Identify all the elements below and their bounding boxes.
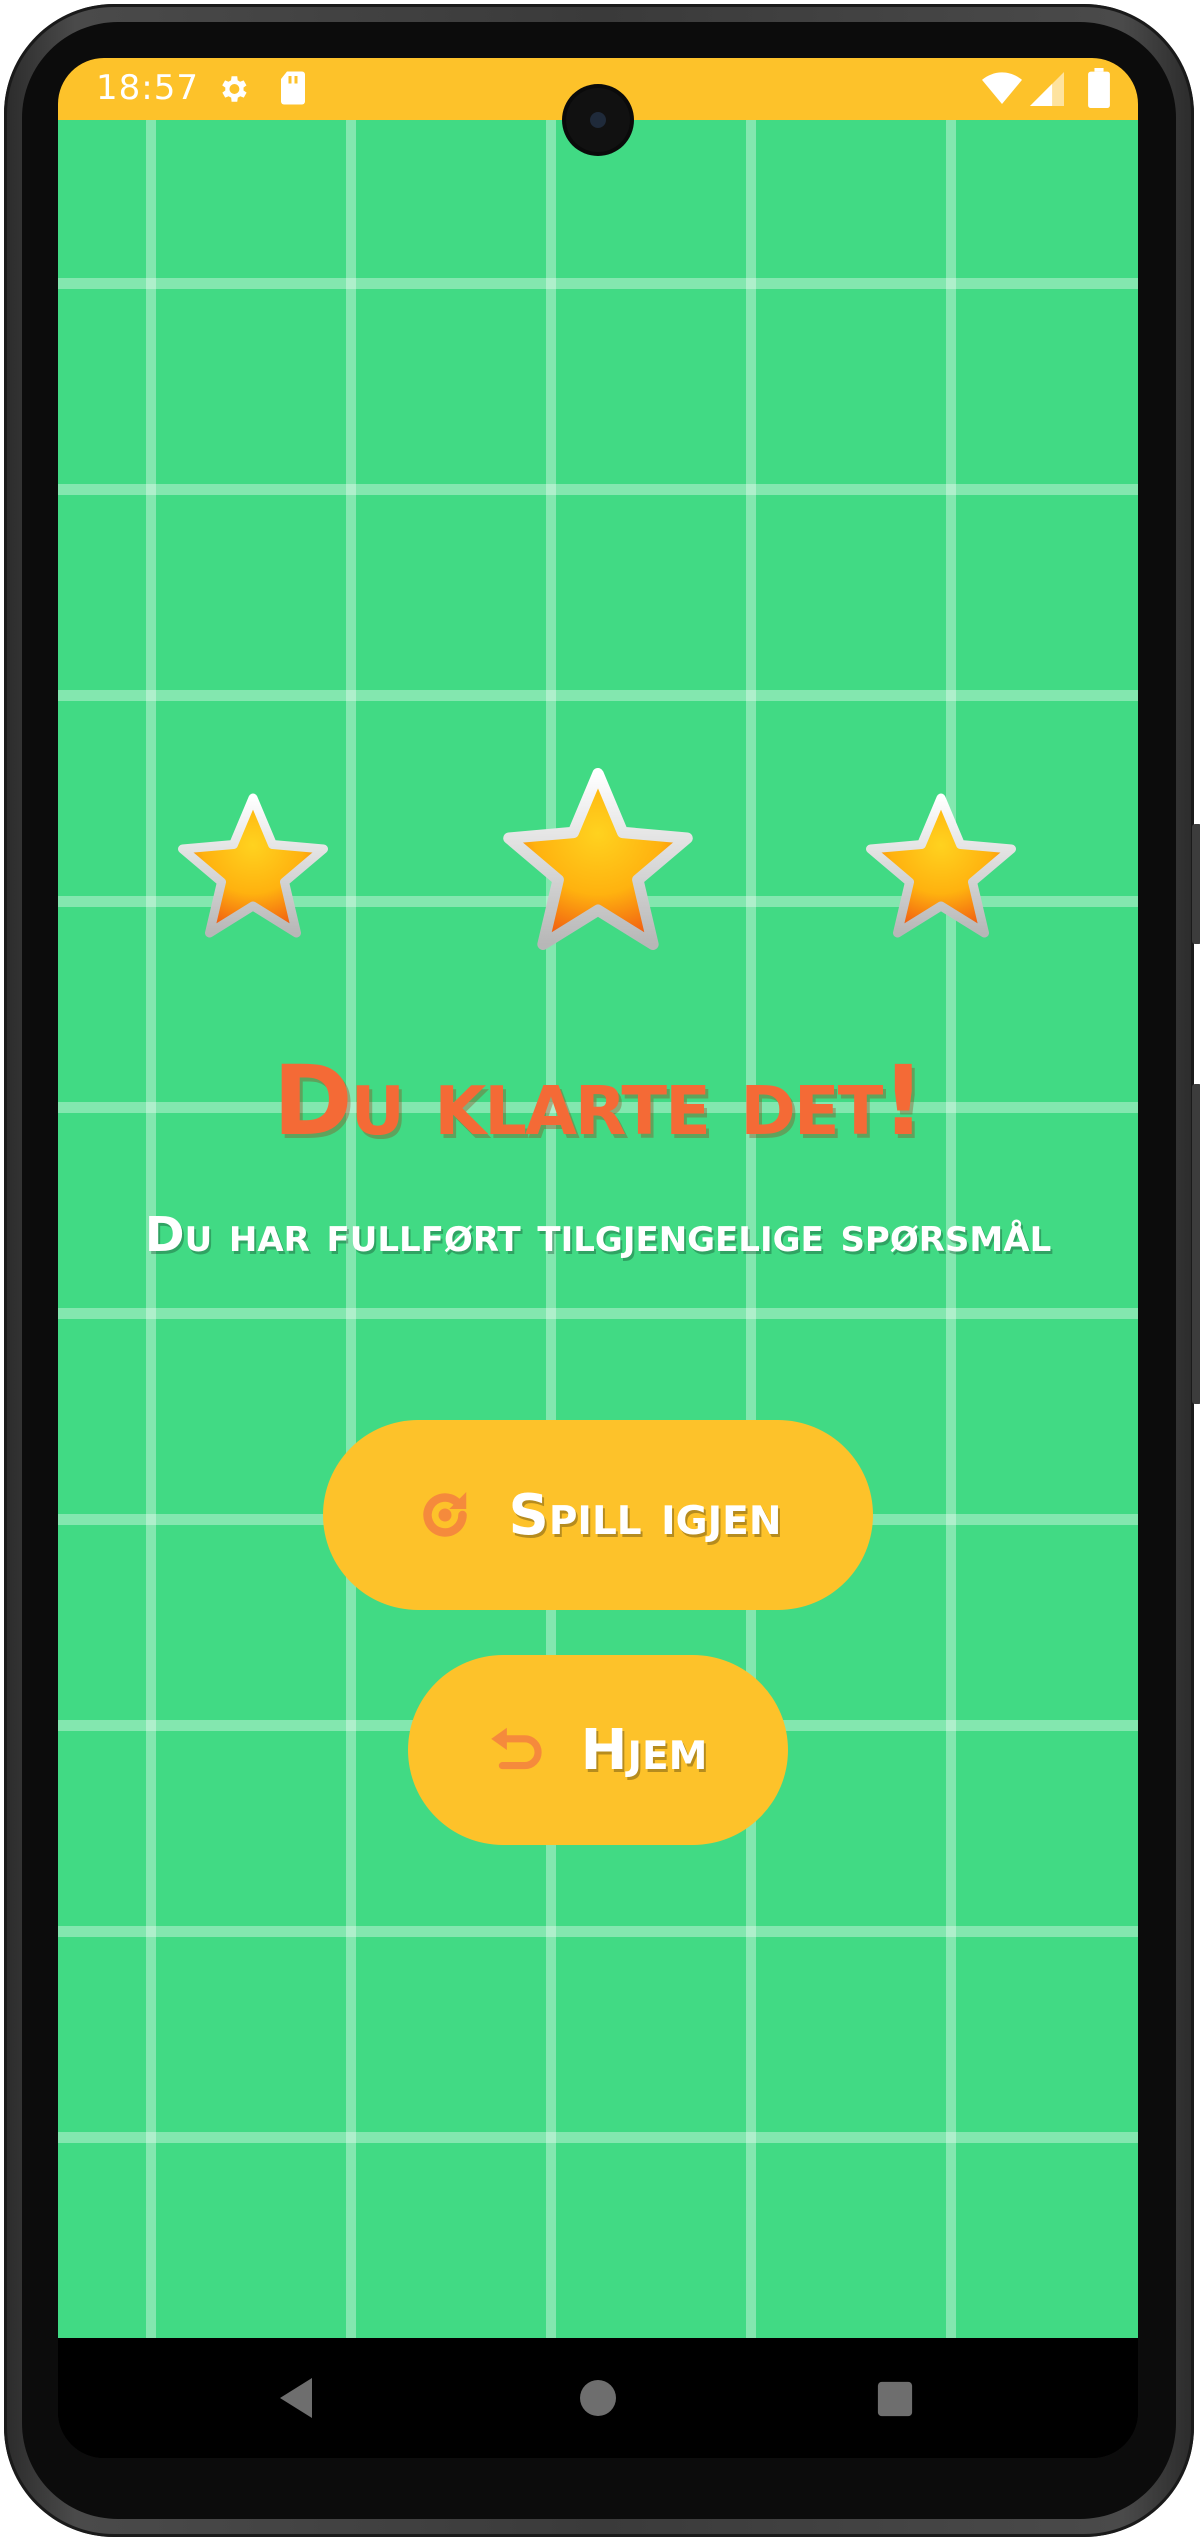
- home-circle-icon[interactable]: [578, 2378, 618, 2422]
- game-screen: Du klarte det! Du har fullført tilgjenge…: [58, 120, 1138, 2338]
- volume-button: [1192, 824, 1200, 944]
- screen: 18:57 Du klarte det! Du har fullført til…: [58, 58, 1138, 2458]
- battery-icon: [1088, 68, 1110, 112]
- play-again-button[interactable]: Spill igjen: [323, 1420, 873, 1610]
- power-button: [1192, 1084, 1200, 1404]
- star-icon-3: [866, 793, 1016, 942]
- replay-icon: [415, 1485, 475, 1545]
- signal-icon: [1030, 72, 1064, 110]
- sd-card-icon: [278, 70, 308, 110]
- undo-arrow-icon: [489, 1724, 547, 1776]
- recents-square-icon[interactable]: [876, 2380, 914, 2422]
- star-icon-2: [503, 768, 693, 954]
- page-title: Du klarte det!: [272, 1045, 925, 1157]
- settings-icon: [216, 72, 250, 110]
- star-icon-1: [178, 793, 328, 942]
- play-again-label: Spill igjen: [508, 1482, 782, 1548]
- wifi-icon: [982, 72, 1022, 110]
- completion-message: Du har fullført tilgjengelige spørsmål: [144, 1207, 1052, 1263]
- back-triangle-icon[interactable]: [276, 2376, 316, 2424]
- front-camera: [566, 88, 630, 152]
- home-label: Hjem: [580, 1717, 708, 1783]
- status-time: 18:57: [96, 68, 199, 108]
- home-button[interactable]: Hjem: [408, 1655, 788, 1845]
- navigation-bar: [58, 2338, 1138, 2458]
